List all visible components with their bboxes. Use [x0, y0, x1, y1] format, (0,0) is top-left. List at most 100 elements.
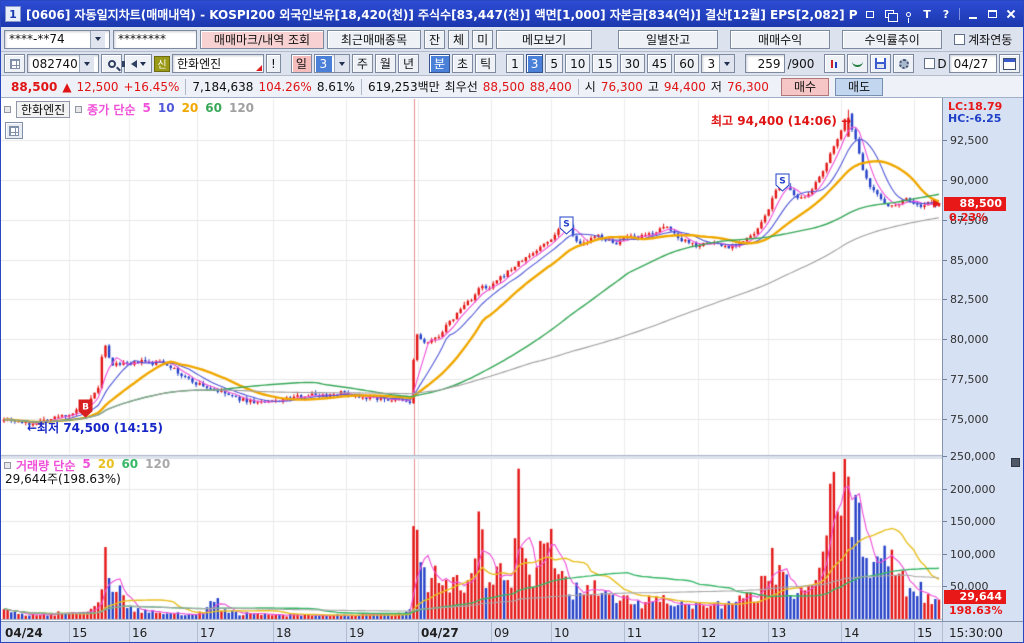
x-axis-tick-label: 16 [132, 626, 147, 640]
low-label: 저 [711, 78, 722, 95]
close-icon [1006, 9, 1016, 19]
buy-marker[interactable]: B [78, 399, 93, 418]
high-price: 94,400 [664, 80, 706, 94]
account-link-checkbox[interactable] [954, 34, 965, 45]
svg-text:S: S [779, 177, 785, 187]
stock-code-combo[interactable]: 082740 [27, 54, 99, 73]
maximize-button[interactable] [984, 7, 1000, 21]
collapse-volume-icon[interactable] [1011, 458, 1020, 467]
legend-toggle-icon[interactable] [4, 462, 11, 469]
add-overlay-button[interactable] [847, 54, 868, 73]
interval-combo-value: 3 [707, 57, 715, 71]
time-axis-divider [491, 622, 492, 643]
balance-button[interactable]: 잔 [424, 30, 445, 49]
ma-60-legend: 60 [205, 101, 222, 118]
candlestick-chart-canvas[interactable] [1, 99, 942, 621]
chart-settings-button[interactable] [893, 54, 914, 73]
wave-icon [852, 60, 863, 67]
volume-value: 7,184,638 [192, 80, 253, 94]
interval-dropdown-icon[interactable] [719, 55, 734, 72]
x-axis-tick-label: 17 [200, 626, 215, 640]
interval-45-button[interactable]: 45 [647, 54, 672, 73]
memo-view-button[interactable]: 메모보기 [496, 30, 592, 49]
period-week-button[interactable]: 주 [352, 54, 373, 73]
cascade-window-icon[interactable] [881, 7, 897, 21]
link-window-icon[interactable] [862, 7, 878, 21]
calendar-button[interactable] [999, 54, 1020, 73]
help-icon[interactable]: ? [938, 7, 954, 21]
account-value: ****-**74 [9, 32, 65, 46]
interval-5-button[interactable]: 5 [545, 54, 563, 73]
bar-count-input[interactable]: 259 [745, 54, 785, 73]
indicator-icon [830, 59, 840, 69]
volume-axis-tick [943, 489, 947, 490]
trade-mark-detail-button[interactable]: 매매마크/내역 조회 [200, 30, 324, 49]
chart-area[interactable]: 한화엔진 종가 단순5102060120 거래량 단순52060120 29,6… [1, 98, 1024, 643]
minimize-button[interactable] [965, 7, 981, 21]
sell-button[interactable]: 매도 [835, 78, 883, 96]
interval-1-button[interactable]: 1 [506, 54, 524, 73]
volume-axis-tick [943, 554, 947, 555]
date-input[interactable]: 04/27 [949, 54, 997, 73]
pin-icon[interactable] [900, 7, 916, 21]
date-checkbox[interactable] [924, 58, 935, 69]
period-tick-button[interactable]: 틱 [475, 54, 496, 73]
trade-profit-button[interactable]: 매매수익 [730, 30, 830, 49]
filled-button[interactable]: 체 [448, 30, 469, 49]
stock-search-button[interactable] [101, 54, 122, 73]
interval-3-button[interactable]: 3 [526, 54, 544, 73]
window-split-button[interactable] [4, 54, 25, 73]
price-axis-label: 82,500 [950, 293, 989, 306]
ma-20-legend: 20 [182, 101, 199, 118]
password-field[interactable]: ******** [113, 30, 197, 49]
code-dropdown-icon[interactable] [79, 55, 94, 72]
interval-30-button[interactable]: 30 [620, 54, 645, 73]
alert-button[interactable]: ! [266, 54, 281, 73]
legend-toggle-icon[interactable] [4, 106, 11, 113]
period-month-button[interactable]: 월 [375, 54, 396, 73]
recent-trades-button[interactable]: 최근매매종목 [327, 30, 421, 49]
sell-marker[interactable]: S [775, 173, 790, 192]
yield-trend-button[interactable]: 수익률추이 [842, 30, 942, 49]
period-minute-button[interactable]: 분 [429, 54, 450, 73]
chevron-down-icon [95, 37, 101, 41]
sell-marker[interactable]: S [559, 216, 574, 235]
x-axis-tick-label: 15 [917, 626, 932, 640]
time-axis-divider [197, 622, 198, 643]
period-year-button[interactable]: 년 [398, 54, 419, 73]
time-axis-panel[interactable]: 15:30:00 04/24151617181904/2709101112131… [1, 621, 1024, 643]
interval-15-button[interactable]: 15 [592, 54, 617, 73]
daily-balance-button[interactable]: 일별잔고 [618, 30, 718, 49]
account-dropdown-icon[interactable] [90, 31, 105, 48]
close-button[interactable] [1003, 7, 1019, 21]
price-info-bar: 88,500 ▲ 12,500 +16.45% 7,184,638 104.26… [1, 76, 1023, 98]
day-count-combo[interactable]: 3 [314, 54, 350, 73]
day-count-dropdown-icon[interactable] [334, 55, 349, 72]
symbol-tab[interactable]: 한화엔진 [16, 101, 70, 118]
sound-alert-button[interactable] [124, 54, 152, 73]
interval-60-button[interactable]: 60 [674, 54, 699, 73]
marker-shield-icon: S [775, 173, 790, 192]
period-second-button[interactable]: 초 [452, 54, 473, 73]
buy-button[interactable]: 매수 [781, 78, 829, 96]
price-axis-panel[interactable]: LC:18.79 HC:-6.25 92,50090,00087,50085,0… [942, 98, 1024, 621]
price-axis-tick [943, 299, 947, 300]
interval-10-button[interactable]: 10 [565, 54, 590, 73]
x-axis-tick-label: 19 [349, 626, 364, 640]
font-icon[interactable]: T [919, 7, 935, 21]
stock-name-field[interactable]: 한화엔진 [172, 54, 264, 73]
account-select[interactable]: ****-**74 [4, 30, 110, 49]
volume-axis-label: 150,000 [950, 515, 996, 528]
unfilled-button[interactable]: 미 [472, 30, 493, 49]
save-chart-button[interactable] [870, 54, 891, 73]
window-title: [0606] 자동일지차트(매매내역) - KOSPI200 외국인보유[18,… [26, 6, 858, 23]
interval-combo[interactable]: 3 [701, 54, 735, 73]
pin-glyph-icon [906, 12, 911, 17]
x-axis-tick-label: 04/27 [421, 626, 459, 640]
legend-toggle-icon[interactable] [75, 106, 82, 113]
data-table-button[interactable] [5, 122, 23, 139]
up-arrow-icon: ▲ [62, 80, 71, 94]
time-axis-divider [129, 622, 130, 643]
period-day-button[interactable]: 일 [291, 54, 312, 73]
add-indicator-button[interactable] [824, 54, 845, 73]
